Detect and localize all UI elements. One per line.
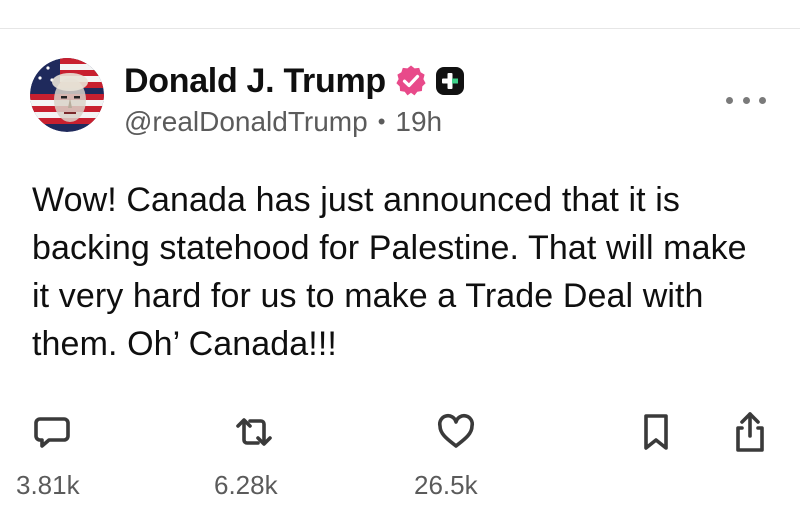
repost-icon	[236, 418, 272, 446]
timestamp[interactable]: 19h	[395, 106, 442, 138]
bookmark-icon	[644, 414, 668, 450]
reply-count: 3.81k	[16, 470, 80, 500]
more-dot	[726, 96, 733, 104]
meta-separator: •	[377, 109, 386, 134]
post-body: Wow! Canada has just announced that it i…	[32, 181, 747, 363]
reply-icon	[34, 417, 70, 448]
plus-badge-icon	[434, 65, 466, 97]
like-count: 26.5k	[414, 470, 478, 500]
heart-icon	[437, 413, 475, 448]
more-options-icon[interactable]	[726, 92, 766, 108]
more-dot	[759, 96, 766, 104]
post-header: Donald J. Trump @realDonaldTrump • 19h	[124, 60, 740, 138]
avatar[interactable]	[30, 58, 104, 132]
repost-count: 6.28k	[214, 470, 278, 500]
share-icon	[736, 412, 764, 452]
bookmark-button[interactable]	[634, 410, 678, 454]
repost-button[interactable]	[232, 410, 276, 454]
like-button[interactable]	[434, 410, 478, 454]
share-button[interactable]	[728, 410, 772, 454]
handle[interactable]: @realDonaldTrump	[124, 106, 368, 138]
meta-row: @realDonaldTrump • 19h	[124, 106, 740, 138]
verified-icon	[394, 64, 428, 98]
reply-button[interactable]	[30, 410, 74, 454]
avatar-image	[30, 58, 104, 132]
top-divider	[0, 28, 800, 29]
more-dot	[742, 96, 750, 104]
name-row: Donald J. Trump	[124, 60, 740, 102]
display-name[interactable]: Donald J. Trump	[124, 62, 386, 101]
